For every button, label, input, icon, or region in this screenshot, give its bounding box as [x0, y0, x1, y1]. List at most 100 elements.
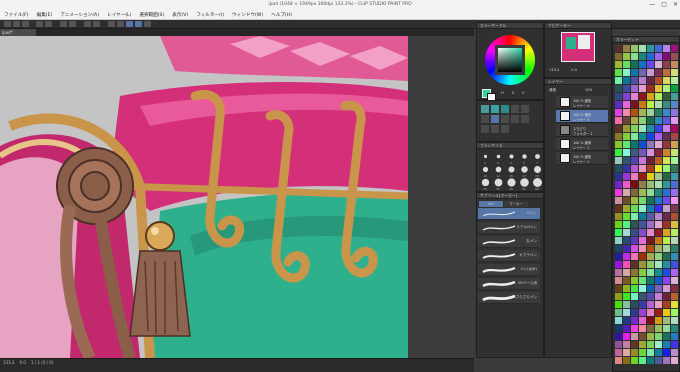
palette-swatch[interactable] [663, 61, 670, 68]
menu-selection[interactable]: 選択範囲(S) [139, 12, 164, 18]
angle-readout[interactable]: 0.0 [20, 360, 26, 365]
palette-swatch[interactable] [623, 285, 630, 292]
palette-swatch[interactable] [655, 149, 662, 156]
drawing-canvas[interactable] [0, 36, 408, 358]
palette-swatch[interactable] [671, 293, 678, 300]
new-file-icon[interactable] [4, 21, 11, 27]
palette-swatch[interactable] [631, 301, 638, 308]
palette-swatch[interactable] [623, 77, 630, 84]
palette-swatch[interactable] [615, 285, 622, 292]
palette-swatch[interactable] [655, 333, 662, 340]
palette-swatch[interactable] [615, 45, 622, 52]
palette-swatch[interactable] [647, 69, 654, 76]
palette-swatch[interactable] [647, 237, 654, 244]
palette-swatch[interactable] [655, 181, 662, 188]
layer-row[interactable]: 100 % 通常 レイヤー 1 [556, 152, 608, 165]
palette-swatch[interactable] [647, 77, 654, 84]
palette-swatch[interactable] [631, 317, 638, 324]
palette-swatch[interactable] [631, 245, 638, 252]
palette-swatch[interactable] [647, 189, 654, 196]
palette-swatch[interactable] [663, 277, 670, 284]
palette-swatch[interactable] [615, 101, 622, 108]
palette-swatch[interactable] [655, 221, 662, 228]
airbrush-tool-icon[interactable] [501, 115, 509, 123]
palette-swatch[interactable] [671, 133, 678, 140]
palette-swatch[interactable] [655, 285, 662, 292]
palette-swatch[interactable] [647, 197, 654, 204]
palette-swatch[interactable] [671, 181, 678, 188]
palette-swatch[interactable] [663, 341, 670, 348]
brush-size-20[interactable]: 20 [532, 165, 542, 178]
palette-swatch[interactable] [663, 285, 670, 292]
layer-row[interactable]: 100 % 通常 レイヤー 2 [556, 138, 608, 151]
palette-swatch[interactable] [623, 237, 630, 244]
layer-opacity[interactable]: 100 [585, 88, 592, 92]
brush-size-30[interactable]: 30 [493, 178, 503, 191]
palette-swatch[interactable] [663, 317, 670, 324]
subtool-item[interactable]: ペン(太め) [478, 264, 540, 276]
palette-swatch[interactable] [639, 253, 646, 260]
palette-swatch[interactable] [639, 229, 646, 236]
palette-swatch[interactable] [647, 141, 654, 148]
invert-selection-icon[interactable] [93, 21, 100, 27]
brush-size-50[interactable]: 50 [519, 178, 529, 191]
palette-swatch[interactable] [631, 357, 638, 364]
palette-swatch[interactable] [623, 277, 630, 284]
palette-swatch[interactable] [639, 189, 646, 196]
palette-swatch[interactable] [639, 117, 646, 124]
palette-swatch[interactable] [639, 341, 646, 348]
palette-swatch[interactable] [615, 293, 622, 300]
palette-swatch[interactable] [615, 109, 622, 116]
palette-swatch[interactable] [663, 309, 670, 316]
palette-swatch[interactable] [615, 141, 622, 148]
palette-swatch[interactable] [647, 205, 654, 212]
palette-swatch[interactable] [623, 109, 630, 116]
palette-swatch[interactable] [623, 229, 630, 236]
palette-swatch[interactable] [639, 141, 646, 148]
palette-swatch[interactable] [655, 253, 662, 260]
palette-swatch[interactable] [639, 277, 646, 284]
palette-swatch[interactable] [639, 157, 646, 164]
palette-swatch[interactable] [639, 77, 646, 84]
palette-swatch[interactable] [623, 205, 630, 212]
palette-swatch[interactable] [639, 285, 646, 292]
palette-swatch[interactable] [615, 341, 622, 348]
brush-size-12[interactable]: 12 [493, 165, 503, 178]
palette-swatch[interactable] [663, 357, 670, 364]
palette-swatch[interactable] [631, 53, 638, 60]
palette-swatch[interactable] [647, 165, 654, 172]
palette-swatch[interactable] [639, 357, 646, 364]
brush-size-1[interactable]: 1 [480, 152, 490, 165]
palette-swatch[interactable] [631, 205, 638, 212]
palette-swatch[interactable] [639, 325, 646, 332]
palette-swatch[interactable] [639, 53, 646, 60]
zoom-tool-icon[interactable] [481, 105, 489, 113]
palette-swatch[interactable] [639, 261, 646, 268]
palette-swatch[interactable] [623, 293, 630, 300]
palette-swatch[interactable] [623, 117, 630, 124]
navigator-zoom[interactable]: 133.3 [549, 68, 559, 72]
palette-swatch[interactable] [647, 213, 654, 220]
brush-size-60[interactable]: 60 [532, 178, 542, 191]
palette-swatch[interactable] [655, 61, 662, 68]
palette-swatch[interactable] [647, 229, 654, 236]
palette-swatch[interactable] [639, 149, 646, 156]
palette-swatch[interactable] [631, 85, 638, 92]
palette-swatch[interactable] [639, 69, 646, 76]
move-tool-icon[interactable] [491, 105, 499, 113]
palette-swatch[interactable] [623, 269, 630, 276]
palette-swatch[interactable] [631, 133, 638, 140]
zoom-readout[interactable]: 133.3 [3, 360, 14, 365]
pen-tool-icon[interactable] [521, 105, 529, 113]
close-button[interactable]: ✕ [673, 0, 678, 10]
palette-swatch[interactable] [663, 293, 670, 300]
palette-swatch[interactable] [647, 173, 654, 180]
palette-swatch[interactable] [663, 149, 670, 156]
open-file-icon[interactable] [13, 21, 20, 27]
tab-marker[interactable]: マーカー [504, 201, 528, 207]
palette-swatch[interactable] [647, 101, 654, 108]
palette-swatch[interactable] [671, 53, 678, 60]
palette-swatch[interactable] [655, 325, 662, 332]
palette-swatch[interactable] [615, 77, 622, 84]
palette-swatch[interactable] [671, 141, 678, 148]
